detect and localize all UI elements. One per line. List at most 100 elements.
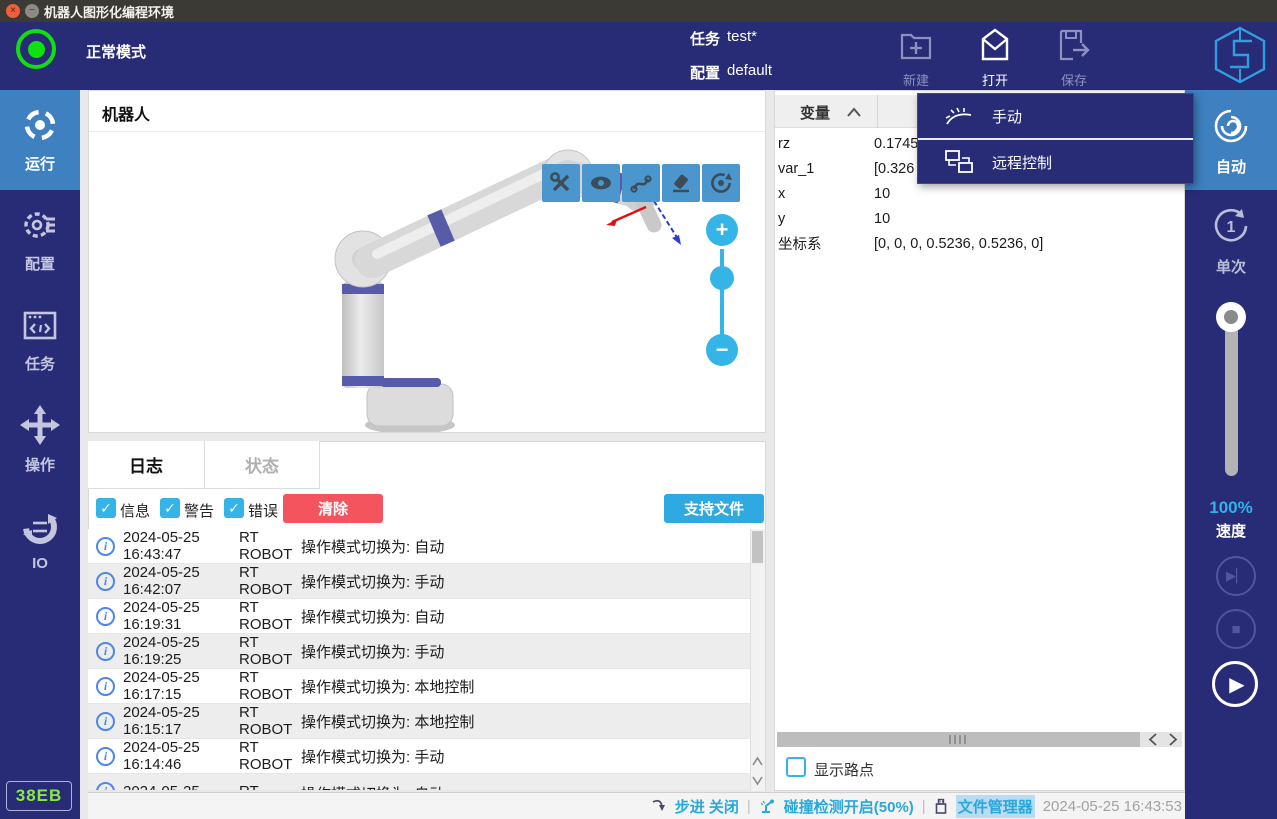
usb-drive-icon bbox=[934, 798, 948, 815]
auto-mode-label: 自动 bbox=[1216, 156, 1246, 177]
info-icon: i bbox=[96, 747, 115, 766]
collapse-chevron-icon[interactable] bbox=[846, 106, 862, 120]
menu-item-remote-control[interactable]: 远程控制 bbox=[918, 140, 1193, 184]
info-icon: i bbox=[96, 782, 115, 791]
open-label: 打开 bbox=[963, 70, 1027, 89]
save-label: 保存 bbox=[1042, 70, 1106, 89]
info-icon: i bbox=[96, 677, 115, 696]
step-forward-button[interactable]: ▶▏ bbox=[1216, 556, 1256, 596]
variable-row: 坐标系 [0, 0, 0, 0.5236, 0.5236, 0] bbox=[774, 231, 1154, 256]
divider bbox=[89, 131, 765, 132]
code-window-icon bbox=[21, 306, 59, 344]
zoom-out-button[interactable]: − bbox=[706, 334, 738, 366]
status-bar: 步进 关闭 | 碰撞检测开启(50%) | 文件管理器 2024-05-25 1… bbox=[88, 792, 1185, 819]
save-task-button[interactable]: 保存 bbox=[1042, 27, 1106, 89]
filter-error-label: 错误 bbox=[248, 500, 278, 521]
log-entry: i 2024-05-25 16:43:47 RT ROBOT 操作模式切换为: … bbox=[88, 529, 750, 564]
move-arrows-icon bbox=[20, 405, 60, 445]
mode-label: 正常模式 bbox=[86, 41, 146, 62]
robot-erase-button[interactable] bbox=[662, 164, 700, 202]
speed-percent: 100% bbox=[1185, 498, 1277, 518]
scroll-left-icon[interactable] bbox=[1146, 732, 1162, 747]
save-icon bbox=[1057, 27, 1091, 63]
sidebar-item-run[interactable]: 运行 bbox=[0, 90, 80, 190]
scroll-right-icon[interactable] bbox=[1164, 732, 1180, 747]
new-folder-icon bbox=[899, 27, 933, 63]
app-header: 正常模式 任务 test* 配置 default 新建 打开 bbox=[0, 22, 1277, 90]
filter-warn-checkbox[interactable]: ✓ bbox=[160, 498, 180, 518]
menu-item-manual[interactable]: 手动 bbox=[918, 94, 1193, 138]
zoom-slider-handle[interactable] bbox=[710, 266, 734, 290]
support-file-button[interactable]: 支持文件 bbox=[664, 494, 764, 523]
step-icon bbox=[651, 798, 667, 814]
sidebar-item-label: 操作 bbox=[25, 454, 55, 475]
close-icon[interactable]: × bbox=[6, 4, 20, 18]
log-entry: i 2024-05-25 16:14:46 RT ROBOT 操作模式切换为: … bbox=[88, 739, 750, 774]
clear-log-button[interactable]: 清除 bbox=[283, 494, 383, 523]
hand-icon bbox=[944, 104, 974, 128]
log-entry: i 2024-05-25 16:42:07 RT ROBOT 操作模式切换为: … bbox=[88, 564, 750, 599]
info-icon: i bbox=[96, 642, 115, 661]
sidebar-item-auto-mode[interactable]: 自动 bbox=[1185, 90, 1277, 190]
scroll-down-icon[interactable] bbox=[750, 771, 765, 789]
robot-reset-view-button[interactable] bbox=[702, 164, 740, 202]
robot-tools-button[interactable] bbox=[542, 164, 580, 202]
variables-hscrollbar-thumb[interactable] bbox=[777, 732, 1140, 747]
variables-title: 变量 bbox=[800, 102, 830, 123]
stop-button[interactable]: ■ bbox=[1216, 609, 1256, 649]
window-title: 机器人图形化编程环境 bbox=[44, 2, 174, 21]
file-manager-button[interactable]: 文件管理器 bbox=[956, 795, 1035, 818]
log-scrollbar[interactable] bbox=[750, 529, 765, 791]
run-target-icon bbox=[21, 106, 59, 144]
filter-error-checkbox[interactable]: ✓ bbox=[224, 498, 244, 518]
speed-slider-handle[interactable] bbox=[1216, 302, 1246, 332]
sidebar-item-task[interactable]: 任务 bbox=[0, 290, 80, 390]
tools-icon bbox=[549, 171, 573, 195]
speed-slider-track[interactable] bbox=[1225, 318, 1238, 476]
log-entry: i 2024-05-25 16:19:31 RT ROBOT 操作模式切换为: … bbox=[88, 599, 750, 634]
filter-info-checkbox[interactable]: ✓ bbox=[96, 498, 116, 518]
status-code-badge: 38EB bbox=[6, 781, 72, 811]
step-status[interactable]: 步进 关闭 bbox=[675, 796, 739, 817]
tab-log[interactable]: 日志 bbox=[88, 441, 205, 489]
new-task-button[interactable]: 新建 bbox=[884, 27, 948, 89]
variable-row: y 10 bbox=[774, 206, 1154, 231]
sidebar-item-label: 任务 bbox=[25, 353, 55, 374]
info-icon: i bbox=[96, 537, 115, 556]
log-entry: i 2024-05-25 16:19:25 RT ROBOT 操作模式切换为: … bbox=[88, 634, 750, 669]
task-label: 任务 bbox=[690, 28, 720, 49]
sidebar-item-io[interactable]: IO bbox=[0, 490, 80, 590]
tab-status[interactable]: 状态 bbox=[205, 441, 320, 489]
svg-text:1: 1 bbox=[1227, 219, 1236, 236]
zoom-slider-track[interactable] bbox=[720, 249, 724, 335]
show-waypoints-label: 显示路点 bbox=[814, 759, 874, 780]
robot-path-button[interactable] bbox=[622, 164, 660, 202]
status-dot bbox=[28, 41, 45, 58]
gear-icon bbox=[21, 206, 59, 244]
single-cycle-icon: 1 bbox=[1209, 204, 1253, 248]
play-button[interactable]: ▶ bbox=[1212, 661, 1258, 707]
robot-visibility-button[interactable] bbox=[582, 164, 620, 202]
show-waypoints-checkbox[interactable] bbox=[786, 757, 806, 777]
sidebar-item-label: 配置 bbox=[25, 253, 55, 274]
info-icon: i bbox=[96, 572, 115, 591]
sidebar-item-label: IO bbox=[32, 555, 48, 572]
config-label: 配置 bbox=[690, 62, 720, 83]
sidebar-item-single-run[interactable]: 1 单次 bbox=[1185, 190, 1277, 290]
variable-row: x 10 bbox=[774, 181, 1154, 206]
os-titlebar: × − 机器人图形化编程环境 bbox=[0, 0, 1277, 22]
collision-status[interactable]: 碰撞检测开启(50%) bbox=[784, 796, 914, 817]
robot-panel-title: 机器人 bbox=[102, 101, 150, 125]
normal-mode-indicator-icon bbox=[16, 29, 56, 69]
scroll-up-icon[interactable] bbox=[750, 753, 765, 771]
app-window: × − 机器人图形化编程环境 正常模式 任务 test* 配置 default … bbox=[0, 0, 1277, 819]
log-scrollbar-thumb[interactable] bbox=[752, 531, 763, 563]
zoom-in-button[interactable]: + bbox=[706, 214, 738, 246]
minimize-icon[interactable]: − bbox=[25, 4, 39, 18]
sidebar-item-config[interactable]: 配置 bbox=[0, 190, 80, 290]
sidebar-item-operate[interactable]: 操作 bbox=[0, 390, 80, 490]
info-icon: i bbox=[96, 607, 115, 626]
manual-label: 手动 bbox=[992, 106, 1022, 127]
log-entry: i 2024-05-25 16:15:17 RT ROBOT 操作模式切换为: … bbox=[88, 704, 750, 739]
open-task-button[interactable]: 打开 bbox=[963, 27, 1027, 89]
